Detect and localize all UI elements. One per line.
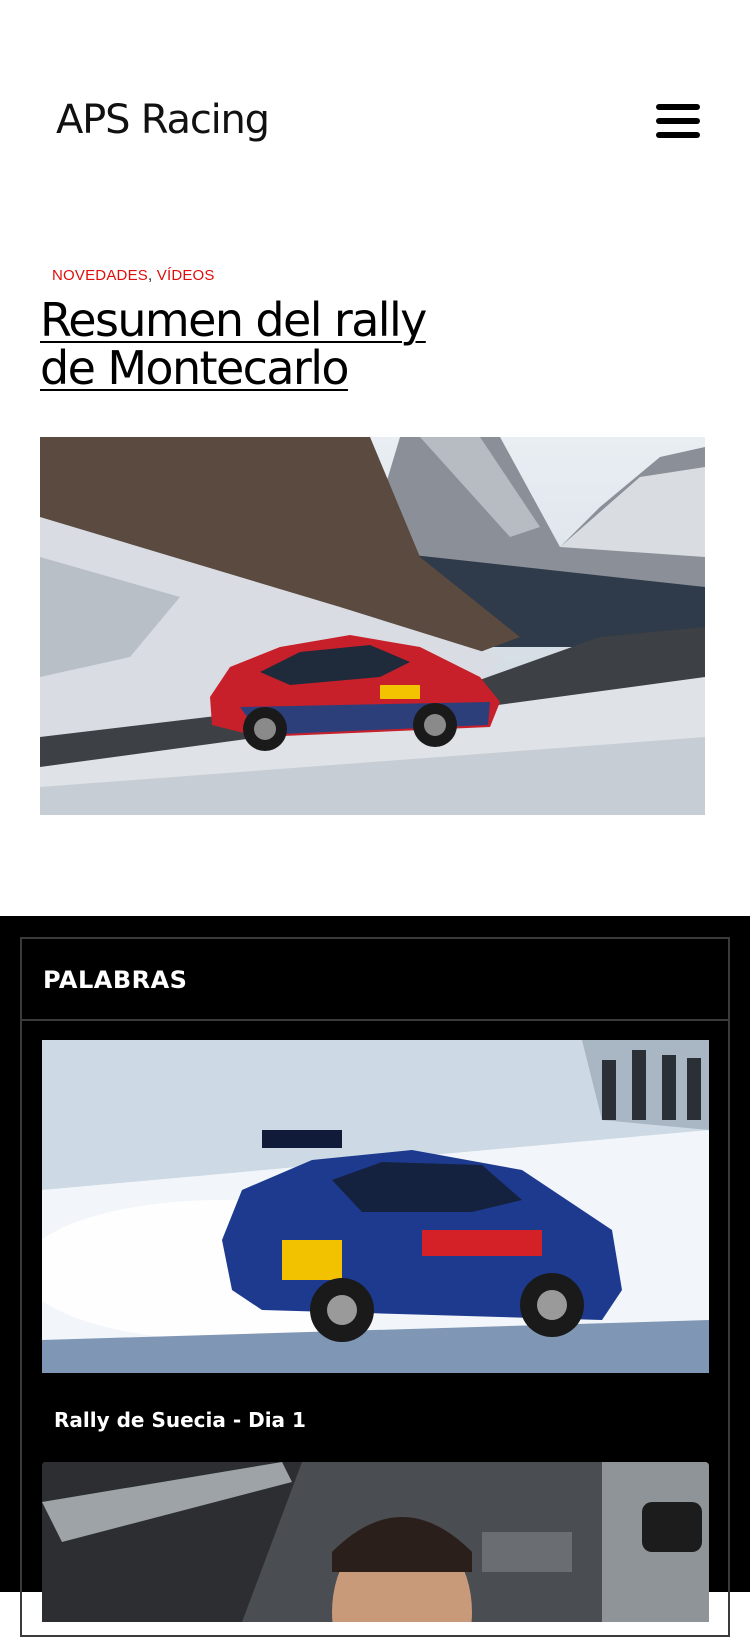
menu-line — [656, 118, 700, 124]
category-link-novedades[interactable]: NOVEDADES — [52, 267, 148, 284]
post-title: Resumen del rally de Montecarlo — [40, 296, 470, 392]
widget-area: PALABRAS Rally de Suecia - Dia 1 — [0, 916, 750, 1637]
palabras-widget: PALABRAS Rally de Suecia - Dia 1 — [20, 937, 730, 1637]
category-separator: , — [148, 267, 153, 284]
driver-cockpit-illustration — [42, 1462, 709, 1622]
post-featured-image[interactable] — [40, 437, 705, 815]
hamburger-menu-icon[interactable] — [654, 104, 702, 140]
card-image-rally-suecia[interactable] — [42, 1040, 709, 1373]
widget-title: PALABRAS — [43, 966, 188, 994]
card-title-rally-suecia[interactable]: Rally de Suecia - Dia 1 — [54, 1407, 306, 1433]
card-image-driver[interactable] — [42, 1462, 709, 1622]
menu-line — [656, 104, 700, 110]
rally-scene-illustration — [40, 437, 705, 815]
snow-rally-illustration — [42, 1040, 709, 1373]
menu-line — [656, 132, 700, 138]
post-categories: NOVEDADES, VÍDEOS — [52, 266, 215, 286]
post-title-link[interactable]: Resumen del rally de Montecarlo — [40, 293, 427, 395]
site-title[interactable]: APS Racing — [56, 96, 270, 144]
category-link-videos[interactable]: VÍDEOS — [157, 267, 215, 284]
widget-header: PALABRAS — [22, 939, 728, 1021]
